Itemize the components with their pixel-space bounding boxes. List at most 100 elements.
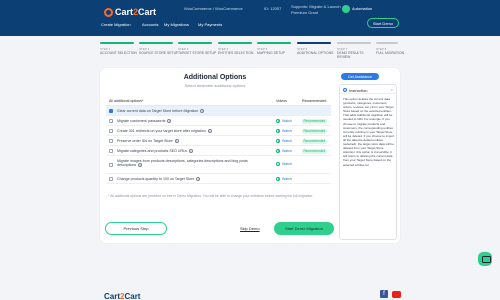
info-icon: i: [343, 87, 347, 92]
instruction-header: i Instruction ×: [340, 85, 396, 94]
column-videos: Videos: [276, 99, 287, 103]
step-label: ENTITIES SELECTION: [218, 51, 254, 55]
table-header: All additional options* Videos Recommend…: [106, 96, 331, 106]
watch-video-link[interactable]: Watch: [276, 128, 293, 133]
option-text-wrap: Change products quantity to 100 on Targe…: [117, 177, 257, 182]
option-label: Preserve order IDs on Target Store: [117, 138, 173, 143]
close-icon[interactable]: ×: [391, 87, 393, 92]
option-checkbox[interactable]: [109, 109, 113, 113]
option-row-passwords[interactable]: Migrate customers' passwords i Watch Reco…: [106, 116, 331, 126]
step-5: STEP 5 MAPPING SETUP: [257, 42, 297, 55]
column-recommended: Recommended: [302, 99, 327, 103]
info-icon[interactable]: i: [188, 148, 193, 153]
options-footnote: * All additional options are provided no…: [108, 194, 314, 198]
nav-create-migration[interactable]: Create Migration: [101, 22, 131, 27]
instruction-title: Instruction: [349, 87, 368, 93]
play-icon: [276, 162, 280, 166]
step-label: SOURCE STORE SETUP: [139, 51, 179, 55]
page-title: Additional Options: [183, 74, 247, 81]
option-checkbox[interactable]: [109, 163, 113, 167]
step-label: ADDITIONAL OPTIONS: [297, 51, 334, 55]
option-checkbox[interactable]: [109, 139, 113, 143]
info-icon[interactable]: i: [174, 138, 179, 143]
option-text-wrap: Create 301 redirects on your target stor…: [117, 129, 257, 134]
step-1: STEP 1 ACCOUNT SELECTION: [100, 42, 140, 55]
options-table: All additional options* Videos Recommend…: [106, 96, 331, 184]
recommended-badge: Recommended: [302, 148, 327, 154]
footer-logo[interactable]: Cart2Cart: [104, 292, 140, 300]
start-demo-migration-label: Start Demo Migration: [285, 226, 323, 231]
step-progress: STEP 1 ACCOUNT SELECTION STEP 2 SOURCE STO…: [100, 42, 404, 64]
logo-text: Cart2Cart: [115, 7, 157, 17]
option-label: Clear current data on Target Store befor…: [117, 108, 199, 113]
nav-my-migrations[interactable]: My Migrations: [164, 22, 189, 27]
watch-video-link[interactable]: Watch: [276, 176, 293, 181]
option-checkbox[interactable]: [109, 119, 113, 123]
option-label: Migrate images from products description…: [117, 158, 248, 168]
get-assistance-button[interactable]: Get Assistance: [341, 73, 379, 80]
account-name[interactable]: Automation: [352, 6, 372, 11]
watch-label: Watch: [282, 118, 293, 123]
logo-icon: [104, 7, 113, 17]
option-row-order-ids[interactable]: Preserve order IDs on Target Store i Watc…: [106, 136, 331, 146]
step-label: TARGET STORE SETUP: [178, 51, 217, 55]
option-checkbox[interactable]: [109, 177, 113, 181]
option-row-quantity[interactable]: Change products quantity to 100 on Targe…: [106, 174, 331, 184]
option-text-wrap: Clear current data on Target Store befor…: [117, 109, 257, 114]
help-sidebar: Get Assistance i Instruction × This opti…: [336, 68, 400, 243]
option-label: Change products quantity to 100 on Targe…: [117, 176, 195, 181]
facebook-icon[interactable]: f: [380, 290, 388, 298]
avatar[interactable]: [342, 5, 350, 13]
watch-label: Watch: [282, 176, 293, 181]
info-icon[interactable]: i: [138, 163, 143, 168]
watch-label: Watch: [282, 148, 293, 153]
start-demo-button[interactable]: Start Demo: [367, 18, 399, 28]
support-plan-sub: Premium Grant: [291, 10, 319, 15]
option-label: Migrate categories and products SEO URLs: [117, 148, 187, 153]
play-icon: [276, 118, 280, 123]
watch-video-link[interactable]: Watch: [276, 138, 292, 143]
option-text-wrap: Migrate categories and products SEO URLs…: [117, 149, 257, 154]
step-label: DEMO RESULTS REVIEW: [337, 51, 364, 59]
page-subtitle: Select desirable additional options: [184, 83, 246, 88]
nav-my-payments[interactable]: My Payments: [198, 22, 222, 27]
option-checkbox[interactable]: [109, 129, 113, 133]
option-row-redirects[interactable]: Create 301 redirects on your target stor…: [106, 126, 331, 136]
info-icon[interactable]: i: [207, 128, 212, 133]
watch-video-link[interactable]: Watch: [276, 162, 292, 166]
migration-id: ID: 12057: [264, 6, 282, 11]
step-label: FULL MIGRATION: [376, 51, 405, 55]
step-4: STEP 4 ENTITIES SELECTION: [218, 42, 258, 55]
brand-logo[interactable]: Cart2Cart: [104, 6, 156, 18]
watch-video-link[interactable]: Watch: [276, 148, 293, 153]
youtube-icon[interactable]: [392, 291, 401, 298]
instruction-text: This option deletes the current data (pr…: [343, 97, 395, 167]
info-icon[interactable]: i: [167, 118, 172, 123]
option-checkbox[interactable]: [109, 149, 113, 153]
previous-step-label: Previous Step: [123, 226, 149, 231]
skip-demo-link[interactable]: Skip Demo: [240, 226, 260, 231]
chat-icon[interactable]: [478, 252, 492, 266]
support-plan: Supports: Migrate & Launch: [291, 4, 341, 9]
step-8: STEP 8 FULL MIGRATION: [376, 42, 416, 55]
option-text-wrap: Preserve order IDs on Target Store i: [117, 139, 257, 144]
previous-step-button[interactable]: Previous Step: [105, 222, 167, 235]
top-header: Cart2Cart WooCommerce / WooCommerce ID: …: [0, 0, 500, 36]
step-label: MAPPING SETUP: [257, 51, 285, 55]
watch-video-link[interactable]: Watch: [276, 118, 293, 123]
option-label: Create 301 redirects on your target stor…: [117, 128, 206, 133]
info-icon[interactable]: i: [196, 176, 201, 181]
recommended-badge: Recommended: [302, 118, 327, 124]
get-assistance-label: Get Assistance: [348, 74, 372, 79]
info-icon[interactable]: i: [200, 108, 205, 113]
option-row-seo-urls[interactable]: Migrate categories and products SEO URLs…: [106, 146, 331, 156]
option-row-description-images[interactable]: Migrate images from products description…: [106, 156, 331, 174]
recommended-badge: Recommended: [302, 128, 327, 134]
recommended-badge: Recommended: [302, 138, 327, 144]
start-demo-migration-button[interactable]: Start Demo Migration: [274, 222, 334, 235]
watch-label: Watch: [282, 128, 293, 133]
store-pair: WooCommerce / WooCommerce: [184, 6, 243, 11]
option-text-wrap: Migrate images from products description…: [117, 159, 252, 168]
option-row-clear-data[interactable]: Clear current data on Target Store befor…: [106, 106, 331, 116]
nav-accounts[interactable]: Accounts: [142, 22, 158, 27]
